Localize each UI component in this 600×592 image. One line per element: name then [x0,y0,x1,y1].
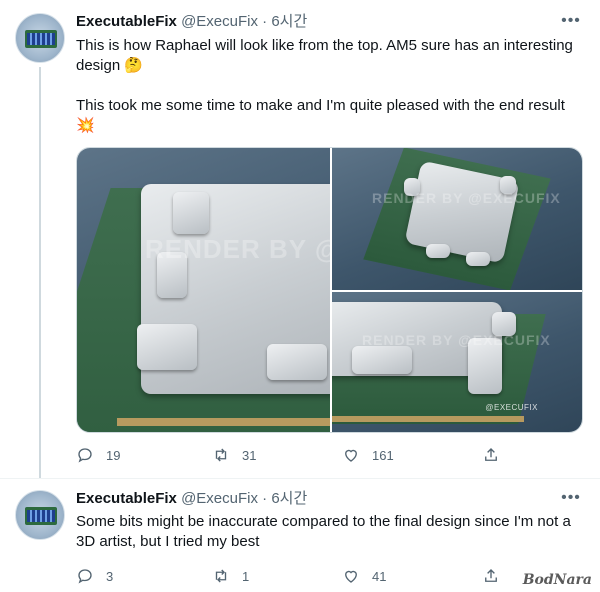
author-name[interactable]: ExecutableFix [76,13,177,30]
tweet[interactable]: ExecutableFix @ExecuFix · 6시간 ••• Some b… [0,478,600,592]
author-handle[interactable]: @ExecuFix [181,13,258,30]
tweet-actions: 19 31 161 [76,444,536,466]
tweet-text: This took me some time to make and I'm q… [76,97,565,134]
tweet-text: This is how Raphael will look like from … [76,37,573,74]
cpu-render-image[interactable]: RENDER BY @EXECUFIX [332,148,582,290]
cpu-render-image[interactable]: RENDER BY @ [77,148,330,432]
watermark: RENDER BY @EXECUFIX [372,190,561,206]
timestamp[interactable]: 6시간 [271,490,307,507]
watermark: RENDER BY @EXECUFIX [362,332,551,348]
like-icon [345,449,357,462]
share-button[interactable] [482,565,500,587]
retweet-count: 31 [242,447,257,463]
separator: · [262,13,268,30]
like-count: 161 [372,447,394,463]
share-icon [485,448,497,461]
retweet-icon [215,569,227,583]
reply-count: 3 [106,568,114,584]
avatar-image [25,507,57,525]
avatar[interactable] [15,490,65,540]
cpu-render-image[interactable]: RENDER BY @EXECUFIX @EXECUFIX [332,292,582,432]
separator: · [262,490,268,507]
tweet[interactable]: ExecutableFix @ExecuFix · 6시간 ••• This i… [0,0,600,478]
retweet-icon [215,448,227,462]
retweet-button[interactable]: 1 [212,565,249,587]
more-icon[interactable]: ••• [560,490,582,511]
like-icon [345,570,357,583]
author-name[interactable]: ExecutableFix [76,490,177,507]
media-grid[interactable]: RENDER BY @ RENDER BY @EXECUFIX RENDER B… [76,147,583,433]
thread-line [39,67,41,478]
tweet-header: ExecutableFix @ExecuFix · 6시간 [76,12,307,32]
reply-icon [78,569,92,584]
more-icon[interactable]: ••• [560,13,582,34]
tweet-actions: 3 1 41 [76,565,536,587]
like-button[interactable]: 41 [342,565,386,587]
reply-button[interactable]: 3 [76,565,113,587]
retweet-count: 1 [242,568,250,584]
avatar-image [25,30,57,48]
tweet-text: Some bits might be inaccurate compared t… [76,513,571,550]
reply-button[interactable]: 19 [76,444,120,466]
tweet-header: ExecutableFix @ExecuFix · 6시간 [76,489,307,509]
avatar[interactable] [15,13,65,63]
watermark-credit: @EXECUFIX [485,403,538,412]
like-button[interactable]: 161 [342,444,394,466]
reply-count: 19 [106,447,121,463]
timestamp[interactable]: 6시간 [271,13,307,30]
share-button[interactable] [482,444,500,466]
author-handle[interactable]: @ExecuFix [181,490,258,507]
like-count: 41 [372,568,387,584]
site-watermark: BodNara [522,572,592,588]
watermark: RENDER BY @ [145,234,330,264]
retweet-button[interactable]: 31 [212,444,256,466]
reply-icon [78,448,92,463]
share-icon [485,569,497,582]
